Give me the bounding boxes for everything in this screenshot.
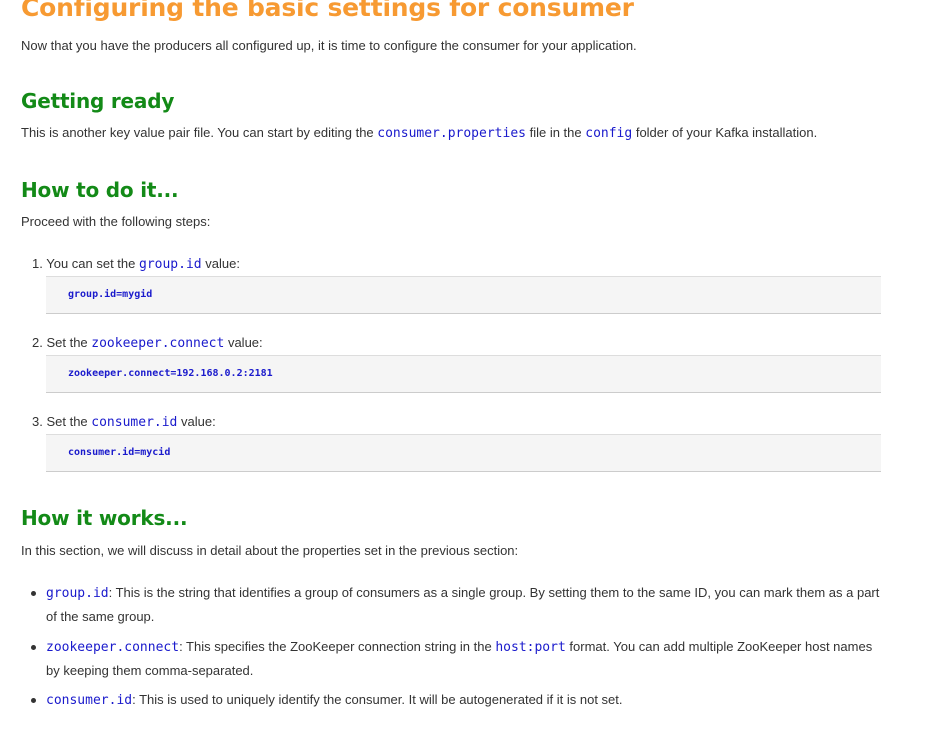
getting-ready-heading: Getting ready [21, 89, 175, 113]
code-snippet: consumer.id=mycid [68, 447, 171, 458]
inline-code: consumer.id [91, 415, 178, 430]
how-it-works-heading: How it works... [21, 506, 188, 530]
bullet-icon [31, 591, 36, 596]
inline-code: group.id [139, 257, 202, 272]
step-item: 1. You can set the group.id value: [32, 256, 240, 272]
code-block: group.id=mygid [46, 276, 881, 314]
inline-code: host:port [495, 640, 566, 655]
code-snippet: zookeeper.connect=192.168.0.2:2181 [68, 368, 273, 379]
code-block: consumer.id=mycid [46, 434, 881, 472]
list-item: group.id: This is the string that identi… [31, 581, 881, 628]
inline-code: zookeeper.connect [91, 336, 225, 351]
page-title: Configuring the basic settings for consu… [21, 0, 634, 22]
how-it-works-lead: In this section, we will discuss in deta… [21, 543, 519, 558]
step-item: 2. Set the zookeeper.connect value: [32, 335, 263, 351]
bullet-icon [31, 645, 36, 650]
inline-code: consumer.id [46, 693, 133, 708]
step-item: 3. Set the consumer.id value: [32, 414, 216, 430]
inline-code: consumer.properties [377, 126, 526, 141]
how-to-heading: How to do it... [21, 178, 179, 202]
list-item: zookeeper.connect: This specifies the Zo… [31, 635, 881, 682]
bullet-icon [31, 698, 36, 703]
intro-paragraph: Now that you have the producers all conf… [21, 38, 637, 53]
code-block: zookeeper.connect=192.168.0.2:2181 [46, 355, 881, 393]
inline-code: zookeeper.connect [46, 640, 180, 655]
inline-code: group.id [46, 586, 109, 601]
inline-code: config [585, 126, 633, 141]
code-snippet: group.id=mygid [68, 289, 153, 300]
list-item: consumer.id: This is used to uniquely id… [31, 688, 881, 712]
how-to-lead: Proceed with the following steps: [21, 214, 211, 229]
getting-ready-paragraph: This is another key value pair file. You… [21, 125, 818, 141]
